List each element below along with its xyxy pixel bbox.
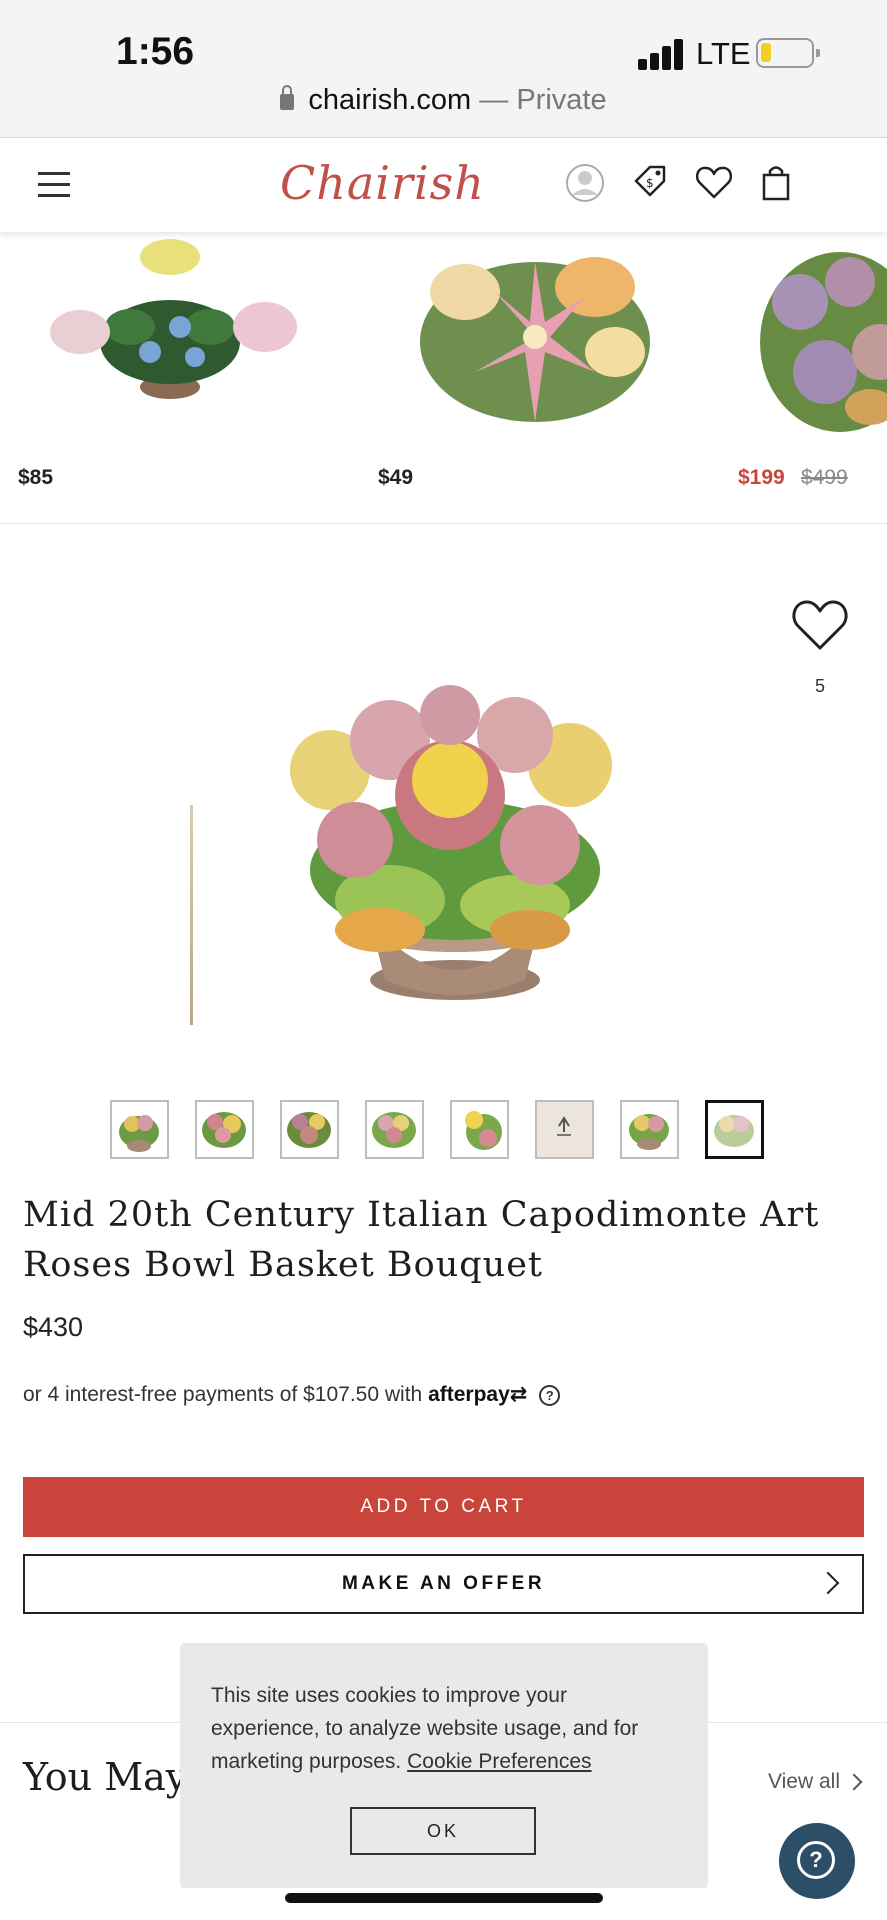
afterpay-help-icon[interactable]: ? — [539, 1385, 561, 1406]
price-tag-icon[interactable]: $ — [628, 161, 672, 205]
url-separator: — — [471, 84, 517, 116]
svg-text:$: $ — [646, 176, 654, 190]
make-offer-button[interactable]: MAKE AN OFFER — [23, 1554, 864, 1614]
shopping-bag-icon[interactable] — [754, 161, 798, 205]
url-bar[interactable]: chairish.com — Private — [0, 84, 887, 117]
thumbnail[interactable] — [450, 1100, 509, 1159]
status-time: 1:56 — [116, 30, 195, 73]
thumbnail[interactable] — [280, 1100, 339, 1159]
account-icon[interactable] — [563, 161, 607, 205]
favorite-heart-icon[interactable] — [790, 594, 850, 654]
site-header: Chairish $ — [0, 139, 887, 232]
help-button[interactable]: ? — [779, 1823, 855, 1899]
page: 1:56 LTE chairish.com — Private Chairish… — [0, 0, 887, 1920]
carousel-item-price: $49 — [378, 466, 414, 489]
view-all-label: View all — [768, 1770, 840, 1793]
cookie-ok-button[interactable]: OK — [350, 1807, 536, 1855]
make-offer-label: MAKE AN OFFER — [341, 1573, 546, 1594]
product-main-image[interactable] — [270, 680, 640, 1010]
afterpay-logo: afterpay — [428, 1383, 510, 1406]
thumbnail[interactable] — [195, 1100, 254, 1159]
thumbnail-selected[interactable] — [705, 1100, 764, 1159]
cell-signal-icon — [638, 38, 688, 70]
network-type: LTE — [696, 36, 751, 71]
cookie-banner: This site uses cookies to improve your e… — [180, 1643, 708, 1888]
battery-icon — [756, 38, 820, 68]
afterpay-arrows-icon: ⇄ — [509, 1383, 528, 1406]
thumbnail[interactable] — [110, 1100, 169, 1159]
browser-chrome: 1:56 LTE chairish.com — Private — [0, 0, 887, 138]
chevron-right-icon — [845, 1773, 863, 1791]
add-to-cart-button[interactable]: ADD TO CART — [23, 1477, 864, 1537]
menu-icon[interactable] — [38, 172, 70, 198]
afterpay-info: or 4 interest-free payments of $107.50 w… — [23, 1382, 561, 1407]
lock-icon — [280, 85, 295, 110]
heart-icon[interactable] — [692, 161, 736, 205]
cookie-preferences-link[interactable]: Cookie Preferences — [407, 1750, 591, 1773]
site-logo[interactable]: Chairish — [280, 156, 485, 210]
view-all-link[interactable]: View all — [768, 1770, 863, 1794]
carousel-item-image[interactable] — [20, 232, 320, 432]
product-title: Mid 20th Century Italian Capodimonte Art… — [23, 1195, 820, 1285]
product-price: $430 — [23, 1312, 84, 1342]
carousel-item-original-price: $499 — [801, 466, 848, 489]
previous-image-edge[interactable] — [190, 805, 193, 1025]
help-icon: ? — [797, 1841, 835, 1879]
carousel-item-price: $85 — [18, 466, 54, 489]
carousel-item-image[interactable] — [385, 232, 685, 452]
thumbnail[interactable] — [365, 1100, 424, 1159]
url-domain: chairish.com — [308, 84, 472, 116]
home-indicator[interactable] — [285, 1893, 603, 1903]
carousel-item-image[interactable] — [750, 232, 887, 452]
cookie-message: This site uses cookies to improve your e… — [211, 1679, 681, 1778]
favorite-count: 5 — [814, 676, 825, 696]
thumbnail[interactable] — [535, 1100, 594, 1159]
related-items-carousel: $85 $49 $199 $499 — [0, 232, 887, 524]
you-may-heading: You May — [23, 1755, 188, 1799]
thumbnail[interactable] — [620, 1100, 679, 1159]
url-private-label: Private — [516, 84, 607, 116]
chevron-right-icon — [816, 1571, 840, 1595]
afterpay-text: or 4 interest-free payments of $107.50 w… — [23, 1383, 423, 1406]
carousel-item-sale-price: $199 — [738, 466, 785, 489]
